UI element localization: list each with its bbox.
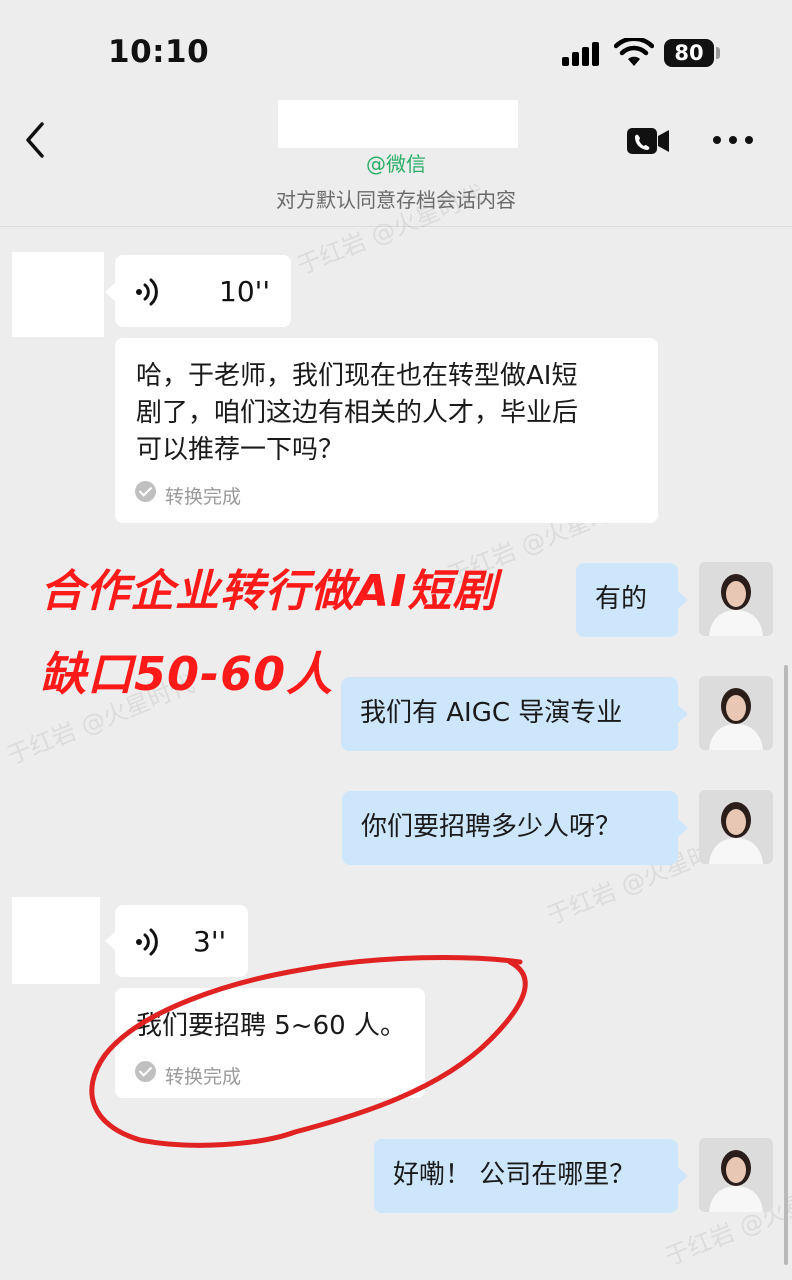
transcript-line: 可以推荐一下吗？ — [136, 435, 345, 465]
outgoing-message[interactable]: 好嘞！ 公司在哪里？ — [374, 1139, 678, 1213]
message-text: 我们有 AIGC 导演专业 — [360, 698, 623, 728]
bubble-tail — [678, 591, 688, 609]
contact-name-redacted — [278, 100, 518, 148]
check-icon — [135, 481, 156, 502]
bubble-tail — [105, 283, 115, 301]
wechat-tag: @微信 — [366, 152, 426, 176]
outgoing-message[interactable]: 有的 — [576, 563, 678, 637]
red-circle-annotation — [89, 954, 528, 1148]
promo-subheadline: 缺口50-60人 — [40, 647, 334, 701]
message-text: 有的 — [595, 584, 648, 614]
scrollbar[interactable] — [784, 665, 788, 1265]
bubble-tail — [105, 932, 115, 950]
cellular-signal-icon — [562, 42, 602, 66]
transcription-status: 转换完成 — [165, 486, 242, 508]
transcript-text: 哈，于老师，我们现在也在转型做AI短 剧了，咱们这边有相关的人才，毕业后 可以推… — [136, 358, 646, 469]
battery-tip — [716, 47, 720, 59]
status-time: 10:10 — [108, 34, 210, 70]
voice-transcript-bubble[interactable]: 哈，于老师，我们现在也在转型做AI短 剧了，咱们这边有相关的人才，毕业后 可以推… — [115, 338, 658, 523]
user-avatar[interactable] — [699, 1138, 773, 1212]
transcript-line: 哈，于老师，我们现在也在转型做AI短 — [136, 361, 578, 391]
voice-duration: 10'' — [219, 275, 271, 308]
user-avatar[interactable] — [699, 790, 773, 864]
video-call-icon[interactable] — [626, 125, 670, 157]
voice-message-bubble[interactable]: 10'' — [115, 255, 291, 327]
battery-indicator: 80 — [664, 39, 714, 67]
bubble-tail — [678, 705, 688, 723]
user-avatar[interactable] — [699, 676, 773, 750]
bubble-tail — [678, 819, 688, 837]
promo-headline: 合作企业转行做AI短剧 — [40, 566, 498, 617]
bubble-tail — [678, 1167, 688, 1185]
user-avatar-image — [699, 790, 773, 864]
outgoing-message[interactable]: 你们要招聘多少人呀？ — [342, 791, 678, 865]
message-text: 好嘞！ 公司在哪里？ — [393, 1160, 636, 1190]
wifi-icon — [614, 38, 654, 66]
transcript-line: 剧了，咱们这边有相关的人才，毕业后 — [136, 398, 579, 428]
user-avatar-image — [699, 1138, 773, 1212]
chat-header: 10:10 80 @微信 对方默认同意存档会话内容 — [0, 0, 792, 227]
outgoing-message[interactable]: 我们有 AIGC 导演专业 — [341, 677, 678, 751]
user-avatar[interactable] — [699, 562, 773, 636]
message-text: 你们要招聘多少人呀？ — [361, 812, 622, 842]
more-options-icon[interactable] — [712, 132, 754, 148]
user-avatar-image — [699, 562, 773, 636]
user-avatar-image — [699, 676, 773, 750]
voice-wave-icon — [136, 278, 158, 306]
contact-avatar[interactable] — [12, 252, 104, 337]
